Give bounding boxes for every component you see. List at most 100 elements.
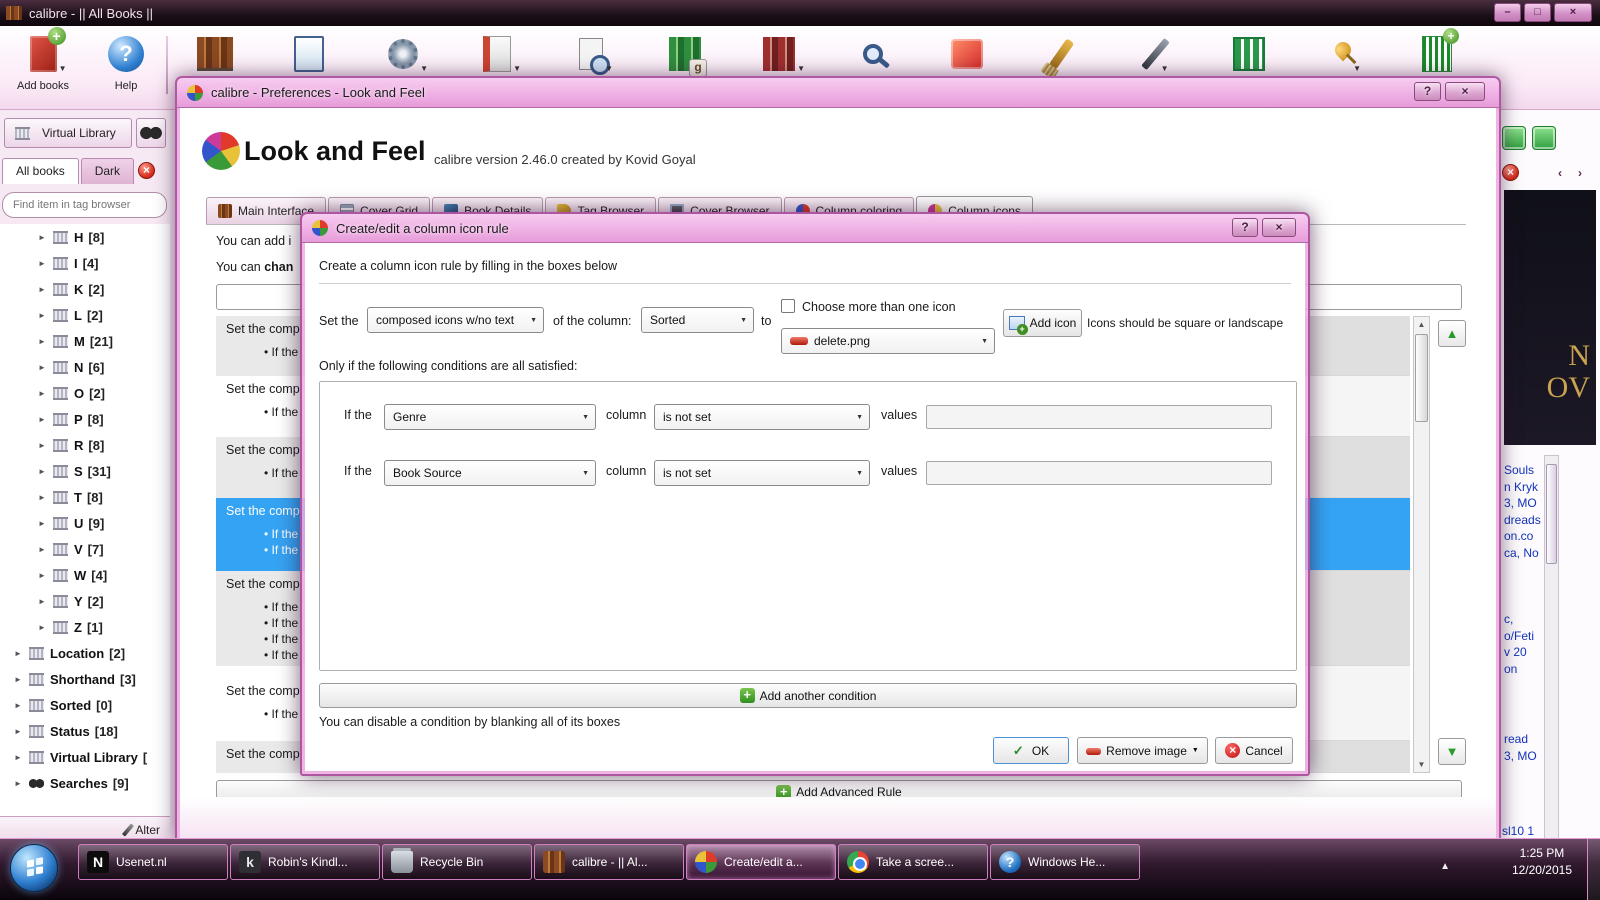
metadata-link[interactable]: 3, MO (1504, 748, 1543, 765)
start-button[interactable] (10, 844, 58, 892)
cancel-button[interactable]: Cancel (1215, 737, 1293, 764)
chevron-down-icon[interactable] (797, 64, 805, 73)
preferences-titlebar[interactable]: calibre - Preferences - Look and Feel ? … (177, 78, 1499, 108)
close-button[interactable]: × (1262, 218, 1296, 237)
chevron-down-icon[interactable] (513, 64, 521, 73)
expand-arrow-icon[interactable] (14, 649, 27, 658)
tag-browser-item[interactable]: R [8] (0, 432, 170, 458)
expand-arrow-icon[interactable] (38, 467, 51, 476)
taskbar-item-create-edit[interactable]: Create/edit a... (686, 844, 836, 880)
tag-browser-item[interactable]: I [4] (0, 250, 170, 276)
chevron-down-icon[interactable] (1161, 64, 1169, 73)
metadata-link[interactable]: v 20 (1504, 644, 1543, 661)
tag-browser-item[interactable]: K [2] (0, 276, 170, 302)
chevron-down-icon[interactable] (605, 64, 613, 73)
tab-all-books[interactable]: All books (2, 158, 79, 184)
icon-kind-select[interactable]: composed icons w/no text (367, 307, 544, 333)
metadata-link[interactable]: o/Feti (1504, 628, 1543, 645)
expand-arrow-icon[interactable] (14, 779, 27, 788)
tag-browser-item[interactable]: Z [1] (0, 614, 170, 640)
metadata-link[interactable]: dreads (1504, 512, 1543, 529)
expand-arrow-icon[interactable] (38, 337, 51, 346)
tag-browser-category[interactable]: Virtual Library [ (0, 744, 170, 770)
condition-value-input[interactable] (926, 461, 1272, 485)
tag-browser-category[interactable]: Shorthand [3] (0, 666, 170, 692)
rules-scrollbar[interactable]: ▲ ▼ (1413, 316, 1430, 773)
expand-arrow-icon[interactable] (38, 623, 51, 632)
expand-arrow-icon[interactable] (38, 441, 51, 450)
choose-more-checkbox[interactable] (781, 299, 795, 313)
tag-browser-category[interactable]: Status [18] (0, 718, 170, 744)
next-arrow-icon[interactable]: › (1578, 166, 1582, 180)
tag-browser-item[interactable]: S [31] (0, 458, 170, 484)
ok-button[interactable]: OK (993, 737, 1069, 764)
metadata-link[interactable]: on.co (1504, 528, 1543, 545)
minimize-button[interactable]: – (1494, 3, 1521, 22)
tag-browser-item[interactable]: T [8] (0, 484, 170, 510)
chevron-down-icon[interactable] (59, 64, 67, 73)
tag-browser-item[interactable]: V [7] (0, 536, 170, 562)
chevron-down-icon[interactable] (420, 64, 428, 73)
metadata-link[interactable]: n Kryk (1504, 479, 1543, 496)
expand-arrow-icon[interactable] (38, 545, 51, 554)
close-button[interactable]: × (1445, 82, 1485, 101)
layout-toggle-icon[interactable] (1502, 126, 1526, 150)
scroll-down-icon[interactable]: ▼ (1414, 757, 1429, 772)
tag-browser-item[interactable]: L [2] (0, 302, 170, 328)
add-icon-button[interactable]: Add icon (1003, 309, 1082, 337)
tag-browser-search-input[interactable] (2, 192, 167, 218)
help-button[interactable]: ? (1414, 82, 1441, 101)
icon-file-select[interactable]: delete.png (781, 328, 995, 354)
maximize-button[interactable]: □ (1524, 3, 1551, 22)
expand-arrow-icon[interactable] (38, 597, 51, 606)
metadata-link[interactable]: 3, MO (1504, 495, 1543, 512)
scrollbar-thumb[interactable] (1546, 464, 1557, 564)
toolbar-add-books[interactable]: Add books (0, 26, 86, 109)
taskbar-item-windows-help[interactable]: ? Windows He... (990, 844, 1140, 880)
tag-browser-category[interactable]: Location [2] (0, 640, 170, 666)
help-button[interactable]: ? (1232, 218, 1258, 237)
metadata-link[interactable]: c, (1504, 611, 1543, 628)
metadata-link[interactable]: ca, No (1504, 545, 1543, 562)
dialog-titlebar[interactable]: Create/edit a column icon rule ? × (302, 214, 1308, 243)
book-cover[interactable]: N OV (1504, 190, 1596, 445)
tag-browser-item[interactable]: U [9] (0, 510, 170, 536)
expand-arrow-icon[interactable] (14, 701, 27, 710)
remove-image-button[interactable]: Remove image ▼ (1077, 737, 1208, 764)
tag-browser-item[interactable]: P [8] (0, 406, 170, 432)
book-panel-scrollbar[interactable] (1544, 455, 1559, 900)
close-button[interactable]: × (1554, 3, 1592, 22)
taskbar-item-recycle-bin[interactable]: Recycle Bin (382, 844, 532, 880)
taskbar-clock[interactable]: 1:25 PM 12/20/2015 (1512, 845, 1572, 879)
column-select[interactable]: Sorted (641, 307, 754, 333)
tag-browser-item[interactable]: M [21] (0, 328, 170, 354)
prev-arrow-icon[interactable]: ‹ (1558, 166, 1562, 180)
virtual-library-button[interactable]: Virtual Library (4, 118, 132, 148)
chevron-down-icon[interactable] (1353, 64, 1361, 73)
condition-op-select[interactable]: is not set (654, 460, 870, 486)
expand-arrow-icon[interactable] (38, 285, 51, 294)
condition-value-input[interactable] (926, 405, 1272, 429)
taskbar-item-screenshot[interactable]: Take a scree... (838, 844, 988, 880)
close-panel-icon[interactable] (1502, 164, 1519, 181)
condition-column-select[interactable]: Book Source (384, 460, 596, 486)
metadata-link[interactable]: Souls (1504, 462, 1543, 479)
condition-column-select[interactable]: Genre (384, 404, 596, 430)
close-tab-icon[interactable] (138, 162, 156, 179)
move-rule-down-button[interactable] (1438, 738, 1466, 765)
metadata-link[interactable]: read (1504, 731, 1543, 748)
expand-arrow-icon[interactable] (38, 389, 51, 398)
taskbar-item-kindle[interactable]: k Robin's Kindl... (230, 844, 380, 880)
cover-grid-toggle-icon[interactable] (1532, 126, 1556, 150)
search-library-button[interactable] (136, 118, 166, 148)
condition-op-select[interactable]: is not set (654, 404, 870, 430)
expand-arrow-icon[interactable] (38, 493, 51, 502)
expand-arrow-icon[interactable] (14, 753, 27, 762)
add-another-condition-button[interactable]: Add another condition (319, 683, 1297, 708)
status-fragment[interactable]: sl10 1 (1502, 824, 1534, 838)
expand-arrow-icon[interactable] (38, 259, 51, 268)
scrollbar-thumb[interactable] (1415, 334, 1428, 422)
metadata-link[interactable]: on (1504, 661, 1543, 678)
move-rule-up-button[interactable] (1438, 320, 1466, 347)
tag-browser-category[interactable]: Sorted [0] (0, 692, 170, 718)
